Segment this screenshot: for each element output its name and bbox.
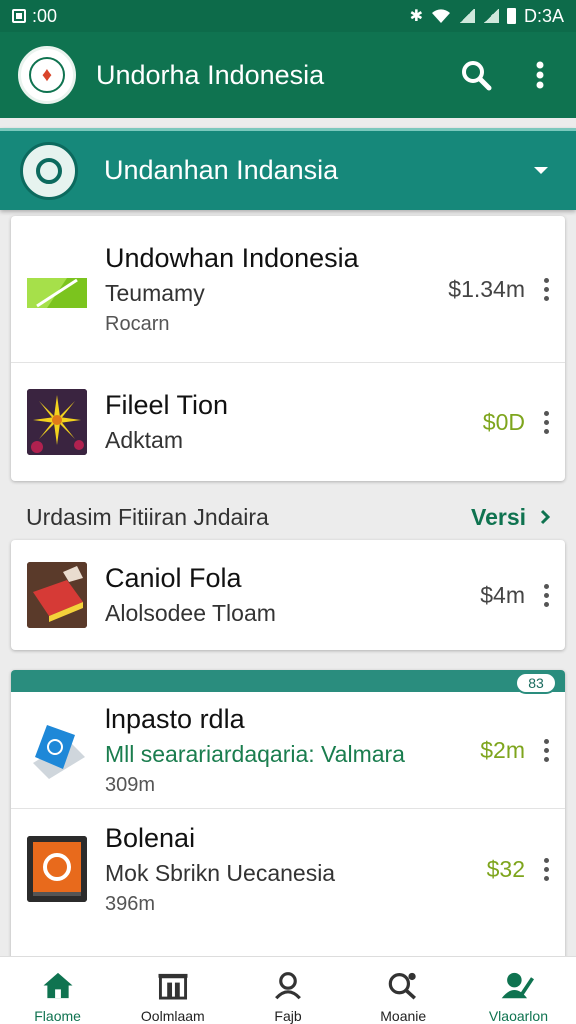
flower-thumbnail [27,389,87,455]
nav-store[interactable]: Oolmlaam [115,957,230,1024]
item-more-icon[interactable] [543,277,549,301]
nav-label: Oolmlaam [140,1008,205,1024]
section-header-dropdown[interactable]: Undanhan Indansia [0,128,576,210]
more-vert-icon [536,61,544,89]
app-logo[interactable]: ♦ [18,46,76,104]
bottom-navigation: Flaome Oolmlaam Fajb Moanie Vlaoarlon [0,956,576,1024]
nav-label: Moanie [380,1008,427,1024]
list-card-2: Caniol Fola Alolsodee Tloam $4m [11,540,565,650]
list-card-1: Undowhan Indonesia Teumamy Rocarn $1.34m… [11,216,565,481]
search-people-icon [388,972,417,1000]
signal-icon [458,9,475,23]
section-title: Undanhan Indansia [104,155,339,185]
home-icon [43,972,73,999]
item-name: Bolenai [105,822,196,853]
item-price: $0D [482,408,525,435]
chevron-right-icon [540,509,550,525]
nav-label: Fajb [274,1008,302,1024]
signal-icon-2 [482,9,499,23]
section-subheader: Urdasim Fitiiran Jndaira Versi [0,496,576,538]
list-item[interactable]: lnpasto rdla Mll searariardaqaria: Valma… [11,692,565,809]
status-time-left: :00 [32,5,58,26]
nav-discover[interactable]: Moanie [346,957,461,1024]
status-time-right: D:3A [523,5,564,26]
dropdown-caret-icon [534,167,548,174]
item-name: lnpasto rdla [105,703,245,734]
nav-label: Vlaoarlon [488,1008,548,1024]
item-more-icon[interactable] [543,583,549,607]
item-subtitle: Teumamy [105,279,205,306]
item-subtitle: Mll searariardaqaria: Valmara [105,740,405,767]
item-name: Caniol Fola [105,563,242,593]
item-name: Fileel Tion [105,390,229,420]
nav-home[interactable]: Flaome [0,957,115,1024]
count-badge: 83 [515,672,557,694]
logo-emblem-icon: ♦ [29,57,65,93]
item-more-icon[interactable] [543,410,549,434]
subheader-title: Urdasim Fitiiran Jndaira [26,503,269,530]
bluetooth-icon: ✱ [409,8,423,25]
notification-icon [12,9,26,23]
search-icon [462,61,492,91]
user-edit-icon [502,972,535,999]
item-subtitle: Mok Sbrikn Uecanesia [105,859,336,886]
card-header-strip: 83 [11,670,565,694]
section-logo [20,141,78,200]
battery-icon [506,8,516,24]
item-name: Undowhan Indonesia [105,242,359,273]
search-button[interactable] [458,57,494,93]
item-price: $32 [486,855,525,882]
list-item[interactable]: Caniol Fola Alolsodee Tloam $4m [11,540,565,650]
overflow-menu-button[interactable] [522,57,558,93]
profile-icon [275,972,301,1000]
tablet-thumbnail-orange [27,836,87,902]
item-meta: 309m [105,773,156,796]
item-price: $2m [480,736,525,763]
green-flag-thumbnail [27,256,87,322]
book-thumbnail [27,562,87,628]
see-more-label: Versi [471,503,526,530]
item-price: $4m [480,581,525,608]
nav-account[interactable]: Vlaoarlon [461,957,576,1024]
list-item[interactable]: Bolenai Mok Sbrikn Uecanesia 396m $32 [11,809,565,929]
item-subtitle: Adktam [105,427,183,453]
item-price: $1.34m [448,275,525,302]
item-meta: 396m [105,892,156,915]
item-subtitle: Alolsodee Tloam [105,600,276,626]
store-icon [158,973,188,1000]
nav-profile[interactable]: Fajb [230,957,345,1024]
app-title: Undorha Indonesia [96,59,325,90]
status-bar: :00 ✱ D:3A [0,0,576,32]
list-item[interactable]: Undowhan Indonesia Teumamy Rocarn $1.34m [11,216,565,363]
nav-label: Flaome [34,1008,81,1024]
item-meta: Rocarn [105,312,170,335]
item-more-icon[interactable] [543,857,549,881]
list-item[interactable]: Fileel Tion Adktam $0D [11,363,565,481]
tablet-thumbnail [27,717,87,783]
item-more-icon[interactable] [543,738,549,762]
app-bar: ♦ Undorha Indonesia [0,32,576,118]
list-card-3: 83 lnpasto rdla Mll searariardaqaria: Va… [11,670,565,970]
see-more-link[interactable]: Versi [471,504,550,531]
wifi-icon [431,9,450,23]
